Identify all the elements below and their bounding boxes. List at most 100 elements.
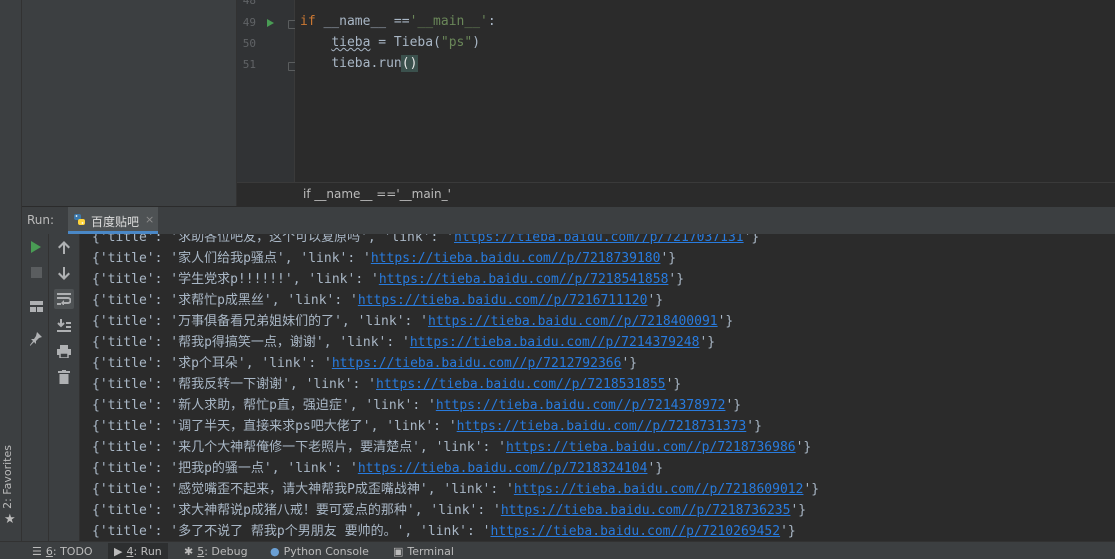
link[interactable]: https://tieba.baidu.com//p/7218736235 <box>501 503 791 518</box>
rerun-icon[interactable] <box>26 237 46 257</box>
debug-tab[interactable]: ✱ 5: Debug <box>184 543 248 559</box>
link[interactable]: https://tieba.baidu.com//p/7212792366 <box>332 356 622 371</box>
console-line: {'title': '万事俱备看兄弟姐妹们的了', 'link': 'https… <box>92 311 733 332</box>
line-text: {'title': '把我p的骚一点', 'link': ' <box>92 461 358 476</box>
console-line: {'title': '求大神帮说p成猪八戒！要可爱点的那种', 'link': … <box>92 500 806 521</box>
link[interactable]: https://tieba.baidu.com//p/7214378972 <box>436 398 726 413</box>
trash-icon[interactable] <box>54 367 74 387</box>
console-line: {'title': '帮我p得搞笑一点，谢谢', 'link': 'https:… <box>92 332 715 353</box>
breadcrumb[interactable]: if __name__ =='__main_' <box>303 187 451 201</box>
matched-paren: ) <box>408 55 419 72</box>
close-tab-icon[interactable]: × <box>145 213 154 226</box>
tab-label: : Debug <box>204 544 248 558</box>
stop-icon[interactable] <box>26 262 46 282</box>
variable: tieba <box>331 35 371 50</box>
arrow-up-icon[interactable] <box>54 237 74 257</box>
mnemonic: 5 <box>197 544 205 558</box>
console-line: {'title': '家人们给我p骚点', 'link': 'https://t… <box>92 248 676 269</box>
console-line: {'title': '多了不说了 帮我p个男朋友 要帅的。', 'link': … <box>92 521 796 541</box>
tab-label: : Run <box>133 544 162 558</box>
line-text: {'title': '新人求助，帮忙p直，强迫症', 'link': ' <box>92 398 436 413</box>
code-editor[interactable]: if __name__ =='__main__': tieba = Tieba(… <box>295 0 1115 182</box>
tab-label: Python Console <box>283 544 369 558</box>
string-literal: "ps" <box>440 35 473 50</box>
project-panel <box>22 0 237 206</box>
arrow-down-icon[interactable] <box>54 263 74 283</box>
tool-window-bar: ☰ 6: TODO ▶ 4: Run ✱ 5: Debug ● Python Conso… <box>0 541 1115 559</box>
keyword: if <box>300 14 316 29</box>
run-tab[interactable]: 百度贴吧 × <box>68 207 158 234</box>
line-text: '} <box>725 398 742 413</box>
python-icon: ● <box>270 544 280 558</box>
line-text: '} <box>665 377 682 392</box>
editor-gutter: 48 49 50 51 <box>237 0 297 182</box>
console-line: {'title': '求助各位吧友，这个可以复原吗', 'link': 'htt… <box>92 234 759 248</box>
console-line: {'title': '新人求助，帮忙p直，强迫症', 'link': 'http… <box>92 395 741 416</box>
run-window-header: Run: 百度贴吧 × <box>22 206 1115 235</box>
breadcrumb-bar: if __name__ =='__main_' <box>237 182 1115 207</box>
line-text: '} <box>668 272 685 287</box>
console-line: {'title': '帮我反转一下谢谢', 'link': 'https://t… <box>92 374 681 395</box>
code-text: __name__ == <box>315 14 410 29</box>
line-text: '} <box>647 293 664 308</box>
line-text: {'title': '求帮忙p成黑丝', 'link': ' <box>92 293 358 308</box>
console-output[interactable]: {'title': '求助各位吧友，这个可以复原吗', 'link': 'htt… <box>80 234 1115 541</box>
console-line: {'title': '来几个大神帮俺修一下老照片，要清楚点', 'link': … <box>92 437 811 458</box>
link[interactable]: https://tieba.baidu.com//p/7218400091 <box>428 314 718 329</box>
link[interactable]: https://tieba.baidu.com//p/7218324104 <box>358 461 648 476</box>
line-text: '} <box>795 440 812 455</box>
link[interactable]: https://tieba.baidu.com//p/7210269452 <box>491 524 781 539</box>
run-label: Run: <box>27 213 55 227</box>
line-text: '} <box>717 314 734 329</box>
line-text: {'title': '学生党求p!!!!!!', 'link': ' <box>92 272 379 287</box>
todo-tab[interactable]: ☰ 6: TODO <box>32 543 93 559</box>
line-number: 48 <box>242 0 256 7</box>
line-text: '} <box>621 356 638 371</box>
favorites-tab[interactable]: 2: Favorites <box>1 445 14 509</box>
link[interactable]: https://tieba.baidu.com//p/7218541858 <box>379 272 669 287</box>
link[interactable]: https://tieba.baidu.com//p/7218736986 <box>506 440 796 455</box>
terminal-tab[interactable]: ▣ Terminal <box>393 543 454 559</box>
string-literal: '__main__' <box>409 14 488 29</box>
line-text: '} <box>803 482 820 497</box>
link[interactable]: https://tieba.baidu.com//p/7216711120 <box>358 293 648 308</box>
mnemonic: 6 <box>45 544 53 558</box>
todo-icon: ☰ <box>32 544 42 558</box>
link[interactable]: https://tieba.baidu.com//p/7217037131 <box>454 234 744 245</box>
soft-wrap-icon[interactable] <box>54 289 74 309</box>
line-number: 50 <box>242 37 256 50</box>
line-text: {'title': '多了不说了 帮我p个男朋友 要帅的。', 'link': … <box>92 524 491 539</box>
line-text: {'title': '万事俱备看兄弟姐妹们的了', 'link': ' <box>92 314 429 329</box>
pin-icon[interactable] <box>26 329 46 349</box>
line-text: {'title': '调了半天，直接来求ps吧大佬了', 'link': ' <box>92 419 457 434</box>
line-text: '} <box>699 335 716 350</box>
console-line: {'title': '学生党求p!!!!!!', 'link': 'https:… <box>92 269 684 290</box>
mnemonic: 4 <box>126 544 134 558</box>
code-line: tieba.run() <box>300 55 419 72</box>
console-line: {'title': '把我p的骚一点', 'link': 'https://ti… <box>92 458 663 479</box>
code-text: = Tieba( <box>370 35 441 50</box>
console-line: {'title': '调了半天，直接来求ps吧大佬了', 'link': 'ht… <box>92 416 762 437</box>
favorites-strip: 2: Favorites ★ <box>0 0 22 541</box>
print-icon[interactable] <box>54 341 74 361</box>
link[interactable]: https://tieba.baidu.com//p/7218739180 <box>371 251 661 266</box>
star-icon[interactable]: ★ <box>4 512 16 527</box>
run-tool-tab[interactable]: ▶ 4: Run <box>108 543 168 559</box>
line-text: '} <box>660 251 677 266</box>
run-gutter-icon[interactable] <box>267 19 274 27</box>
line-text: {'title': '帮我p得搞笑一点，谢谢', 'link': ' <box>92 335 410 350</box>
link[interactable]: https://tieba.baidu.com//p/7218609012 <box>514 482 804 497</box>
link[interactable]: https://tieba.baidu.com//p/7218731373 <box>457 419 747 434</box>
scroll-to-end-icon[interactable] <box>54 315 74 335</box>
layout-icon[interactable] <box>26 296 46 316</box>
code-text: ) <box>472 35 481 50</box>
line-text: '} <box>743 234 760 245</box>
line-text: {'title': '家人们给我p骚点', 'link': ' <box>92 251 371 266</box>
link[interactable]: https://tieba.baidu.com//p/7214379248 <box>410 335 700 350</box>
link[interactable]: https://tieba.baidu.com//p/7218531855 <box>376 377 666 392</box>
code-line: if __name__ =='__main__': <box>300 14 496 29</box>
python-console-tab[interactable]: ● Python Console <box>270 543 369 559</box>
line-number: 51 <box>242 58 256 71</box>
code-text: : <box>487 14 496 29</box>
